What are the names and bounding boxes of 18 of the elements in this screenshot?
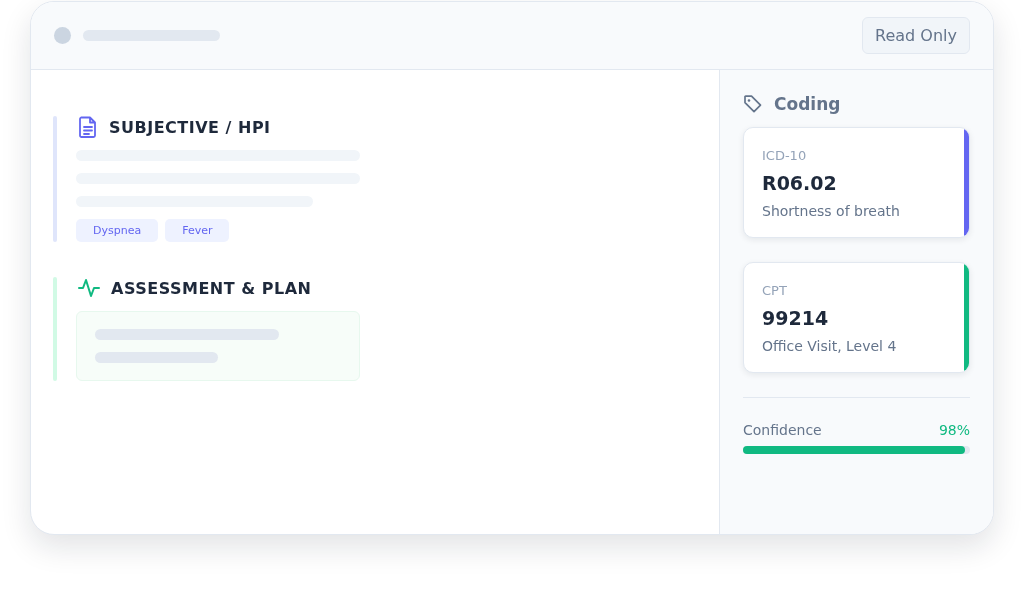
code-value: R06.02 (762, 172, 838, 194)
code-description: Shortness of breath (762, 203, 901, 219)
tag-icon (743, 94, 763, 114)
pulse-icon (78, 277, 100, 299)
symptom-tag: Dyspnea (76, 219, 159, 242)
symptom-tag: Fever (165, 219, 230, 242)
document-icon (78, 116, 98, 138)
avatar-placeholder (54, 27, 71, 44)
confidence-label: Confidence (743, 422, 822, 438)
code-description: Office Visit, Level 4 (762, 338, 898, 354)
section-title: SUBJECTIVE / HPI (109, 117, 271, 137)
section-title: ASSESSMENT & PLAN (111, 278, 312, 298)
code-system: CPT (762, 283, 788, 298)
code-value: 99214 (762, 307, 830, 329)
confidence-value: 98% (938, 422, 970, 438)
read-only-badge: Read Only (862, 17, 970, 54)
code-system: ICD-10 (762, 148, 808, 163)
panel-title: Coding (774, 94, 841, 114)
